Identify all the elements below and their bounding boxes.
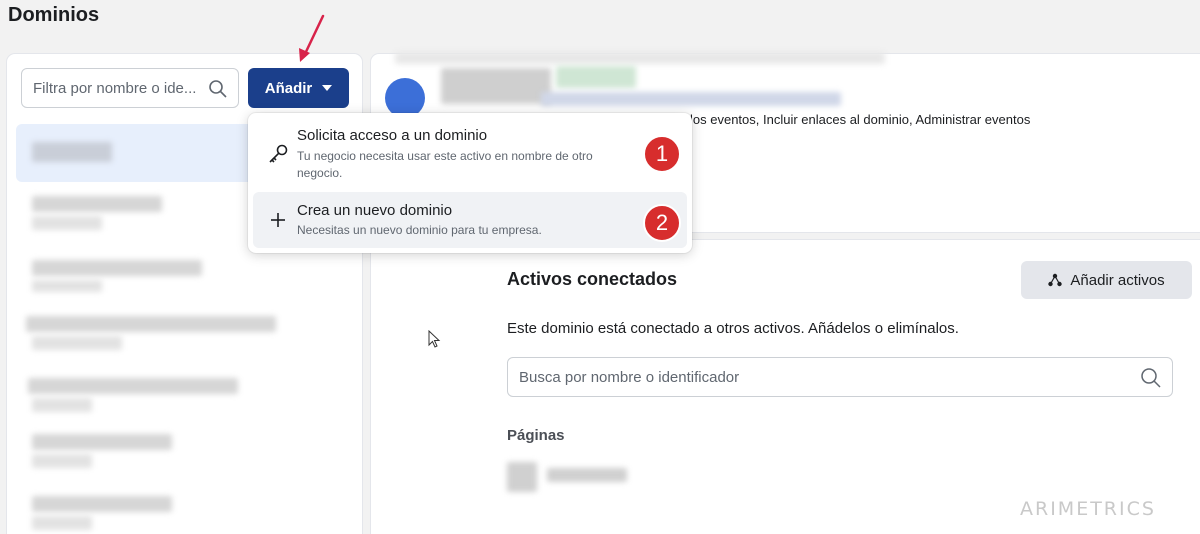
chevron-down-icon xyxy=(322,85,333,91)
plus-icon xyxy=(271,213,285,227)
section-title: Activos conectados xyxy=(507,269,678,289)
step-badge: 1 xyxy=(643,135,681,173)
menu-item-title: Solicita acceso a un dominio xyxy=(297,127,488,144)
page-name xyxy=(547,468,627,482)
page-title: Dominios xyxy=(8,4,100,26)
search-icon xyxy=(209,80,227,98)
avatar xyxy=(385,78,425,118)
asset-search-placeholder: Busca por nombre o identificador xyxy=(519,369,740,386)
add-assets-label: Añadir activos xyxy=(1070,271,1165,289)
annotation-arrow-icon xyxy=(299,14,325,62)
add-button[interactable]: Añadir xyxy=(248,68,349,108)
list-item[interactable] xyxy=(16,306,354,364)
key-icon xyxy=(269,144,288,163)
menu-item-subtitle: Necesitas un nuevo dominio para tu empre… xyxy=(297,223,542,237)
list-item[interactable] xyxy=(16,366,354,424)
connect-icon xyxy=(1048,273,1063,287)
add-dropdown-menu: Solicita acceso a un dominio Tu negocio … xyxy=(248,113,692,253)
list-item[interactable] xyxy=(16,246,354,304)
add-assets-button[interactable]: Añadir activos xyxy=(1021,261,1192,299)
add-button-label: Añadir xyxy=(264,79,313,97)
mouse-cursor-icon xyxy=(428,330,441,348)
section-description: Este dominio está conectado a otros acti… xyxy=(507,320,959,337)
search-icon xyxy=(1141,368,1161,388)
permissions-text: los eventos, Incluir enlaces al dominio,… xyxy=(690,112,1031,127)
menu-item-title: Crea un nuevo dominio xyxy=(297,202,453,219)
asset-search-input[interactable]: Busca por nombre o identificador xyxy=(507,357,1173,397)
pages-label: Páginas xyxy=(507,427,565,444)
connected-assets-panel: Activos conectados Añadir activos Este d… xyxy=(371,240,1200,534)
page-avatar xyxy=(507,462,537,492)
filter-placeholder: Filtra por nombre o ide... xyxy=(33,80,197,97)
menu-item-create-domain[interactable]: Crea un nuevo dominio Necesitas un nuevo… xyxy=(253,192,687,248)
menu-item-subtitle: Tu negocio necesita usar este activo en … xyxy=(297,149,593,180)
filter-input[interactable]: Filtra por nombre o ide... xyxy=(21,68,239,108)
step-badge: 2 xyxy=(643,204,681,242)
list-item[interactable] xyxy=(16,426,354,484)
menu-item-request-access[interactable]: Solicita acceso a un dominio Tu negocio … xyxy=(253,119,687,187)
list-item[interactable] xyxy=(16,486,354,534)
watermark: ARIMETRICS xyxy=(1020,498,1156,520)
